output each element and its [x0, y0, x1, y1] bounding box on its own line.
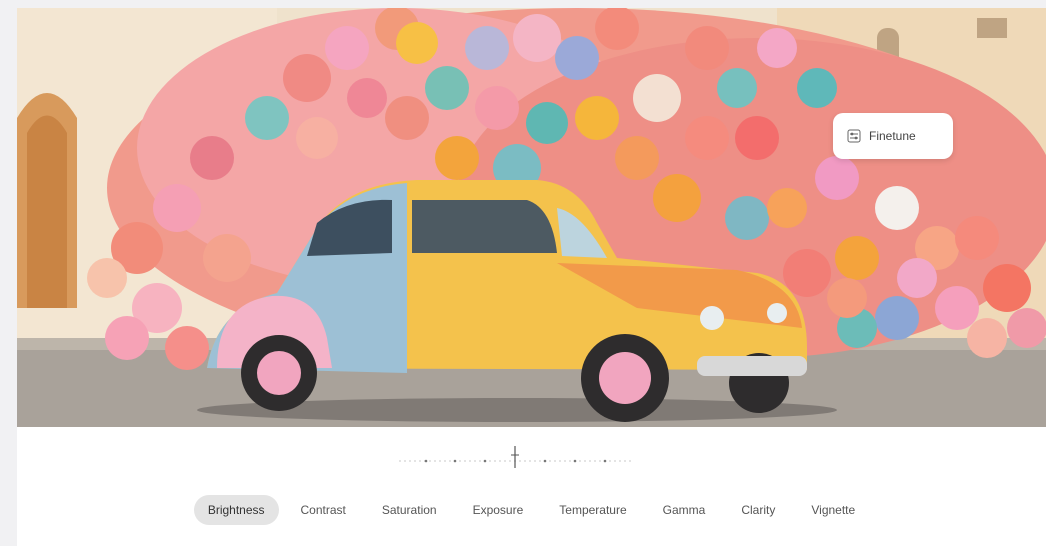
tab-exposure[interactable]: Exposure [459, 495, 538, 525]
editor-frame: Finetune Brightness Contrast Saturation … [17, 8, 1046, 546]
photo-image [17, 8, 1046, 427]
adjustment-tabs: Brightness Contrast Saturation Exposure … [17, 492, 1046, 528]
photo-canvas[interactable]: Finetune [17, 8, 1046, 427]
scale-center-handle[interactable] [511, 446, 519, 468]
sliders-icon [847, 129, 861, 143]
finetune-label: Finetune [869, 129, 916, 143]
tab-clarity[interactable]: Clarity [727, 495, 789, 525]
finetune-button[interactable]: Finetune [833, 113, 953, 159]
tab-vignette[interactable]: Vignette [797, 495, 869, 525]
tab-brightness[interactable]: Brightness [193, 495, 279, 525]
tab-temperature[interactable]: Temperature [545, 495, 640, 525]
tab-contrast[interactable]: Contrast [287, 495, 360, 525]
tab-saturation[interactable]: Saturation [368, 495, 451, 525]
tab-gamma[interactable]: Gamma [649, 495, 720, 525]
adjustment-scale-slider[interactable] [397, 440, 633, 472]
